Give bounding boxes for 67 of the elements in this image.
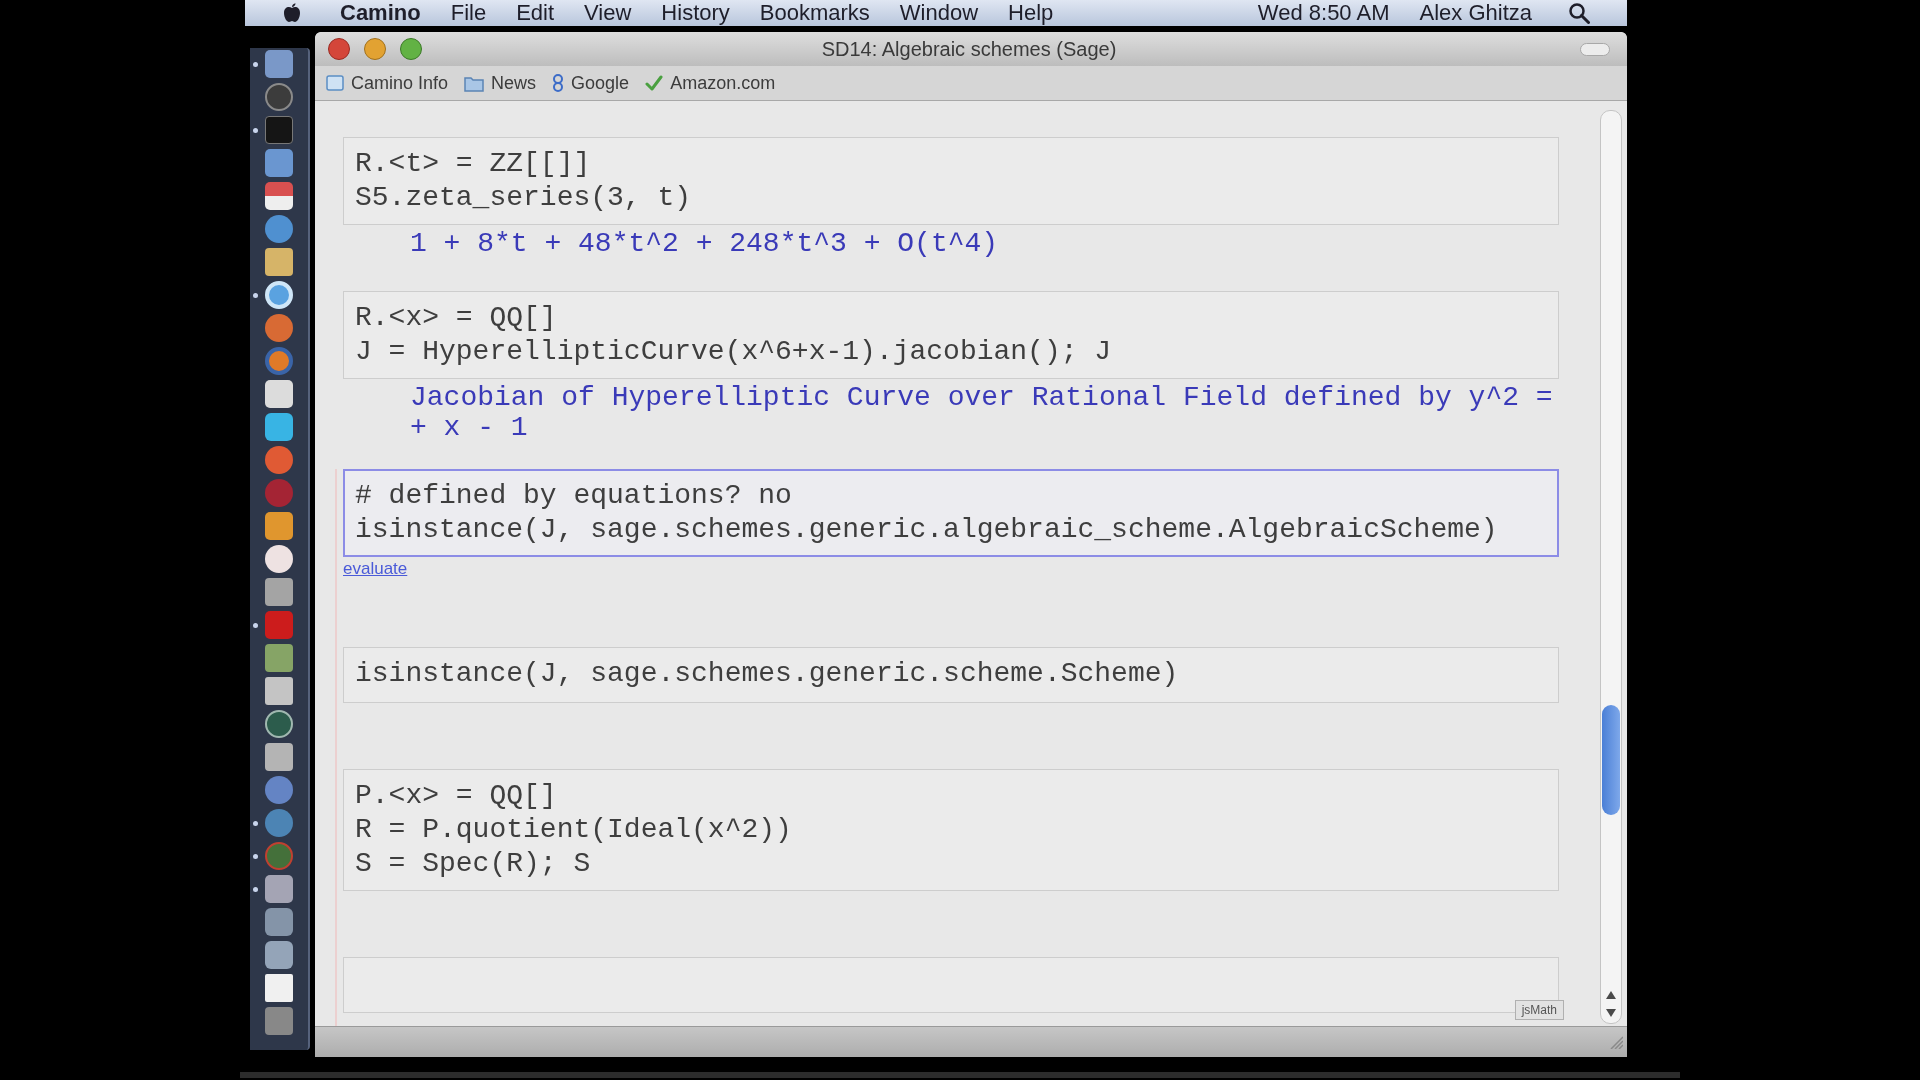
code-input-field[interactable]: # defined by equations? no isinstance(J, sage.schemes.generic.algebraic_scheme.AlgebraicScheme) [343, 469, 1559, 557]
app-tile-icon[interactable] [265, 50, 293, 78]
jsmath-button[interactable]: jsMath [1514, 1000, 1564, 1020]
menu-item[interactable]: Bookmarks [759, 0, 870, 26]
app-tile-icon[interactable] [265, 941, 293, 969]
bookmark-link[interactable]: Google [571, 72, 630, 94]
app-tile-icon[interactable] [265, 149, 293, 177]
app-tile-icon[interactable] [265, 578, 293, 606]
app-tile-icon[interactable] [265, 248, 293, 276]
arrow-up-icon[interactable] [1606, 991, 1616, 999]
zoom-icon[interactable] [400, 38, 422, 60]
scrollbar[interactable] [1600, 110, 1622, 1024]
minimize-icon[interactable] [364, 38, 386, 60]
app-tile-icon[interactable] [265, 1007, 293, 1035]
check-icon [645, 74, 664, 92]
output-line: 1 + 8*t + 48*t^2 + 248*t^3 + O(t^4) [410, 229, 999, 259]
menu-item[interactable]: Edit [516, 0, 555, 26]
code-line: isinstance(J, sage.schemes.generic.scheme.Scheme) [355, 657, 1179, 691]
app-tile-icon[interactable] [265, 611, 293, 639]
output-line: Jacobian of Hyperelliptic Curve over Rational Field defined by y^2 = [410, 383, 1553, 413]
arrow-down-icon[interactable] [1606, 1009, 1616, 1017]
menu-item[interactable]: History [661, 0, 730, 26]
code-line: R.<x> = QQ[] [355, 301, 557, 335]
app-tile-icon[interactable] [265, 512, 293, 540]
search-icon[interactable] [1568, 2, 1590, 24]
code-line: R = P.quotient(Ideal(x^2)) [355, 813, 792, 847]
app-tile-icon[interactable] [265, 413, 293, 441]
bookmark-link[interactable]: Camino Info [351, 72, 449, 94]
menu-clock[interactable]: Wed 8:50 AM [1257, 0, 1390, 26]
code-input-field[interactable]: isinstance(J, sage.schemes.generic.scheme.Scheme) [343, 647, 1559, 703]
app-tile-icon[interactable] [265, 677, 293, 705]
code-input-field[interactable]: R.<t> = ZZ[[]] S5.zeta_series(3, t) [343, 137, 1559, 225]
window-title: SD14: Algebraic schemes (Sage) [821, 37, 1117, 61]
apple-icon[interactable] [283, 3, 301, 23]
output-line: + x - 1 [410, 413, 528, 443]
code-line: S5.zeta_series(3, t) [355, 181, 692, 215]
menu-item[interactable]: Help [1008, 0, 1054, 26]
code-line: P.<x> = QQ[] [355, 779, 557, 813]
code-input-field[interactable]: P.<x> = QQ[] R = P.quotient(Ideal(x^2)) S = Spec(R); S [343, 769, 1559, 891]
page-icon [326, 74, 344, 92]
app-tile-icon[interactable] [265, 743, 293, 771]
code-line: S = Spec(R); S [355, 847, 591, 881]
toolbar-pill-icon[interactable] [1580, 42, 1610, 56]
app-menu[interactable]: Camino [340, 0, 421, 26]
close-icon[interactable] [328, 38, 350, 60]
stacked-rings-icon [552, 74, 565, 92]
code-line: J = HyperellipticCurve(x^6+x-1).jacobian(); J [355, 335, 1112, 369]
code-line: # defined by equations? no [355, 479, 792, 513]
bookmark-link[interactable]: News [491, 72, 537, 94]
code-line: R.<t> = ZZ[[]] [355, 147, 591, 181]
app-tile-icon[interactable] [265, 116, 293, 144]
app-tile-icon[interactable] [265, 908, 293, 936]
app-tile-icon[interactable] [265, 875, 293, 903]
resize-grip-icon[interactable] [1609, 1035, 1623, 1049]
bookmark-link[interactable]: Amazon.com [670, 72, 776, 94]
user-menu[interactable]: Alex Ghitza [1419, 0, 1532, 26]
app-tile-icon[interactable] [265, 974, 293, 1002]
code-line: isinstance(J, sage.schemes.generic.algebraic_scheme.AlgebraicScheme) [355, 513, 1498, 547]
app-tile-icon[interactable] [265, 380, 293, 408]
evaluate-link[interactable]: evaluate [343, 557, 408, 581]
scrollbar-thumb[interactable] [1602, 705, 1620, 815]
menu-item[interactable]: View [584, 0, 632, 26]
menu-item[interactable]: Window [899, 0, 979, 26]
folder-icon [464, 74, 485, 92]
app-tile-icon[interactable] [265, 644, 293, 672]
code-input-field[interactable]: R.<x> = QQ[] J = HyperellipticCurve(x^6+x-1).jacobian(); J [343, 291, 1559, 379]
menu-item[interactable]: File [450, 0, 487, 26]
